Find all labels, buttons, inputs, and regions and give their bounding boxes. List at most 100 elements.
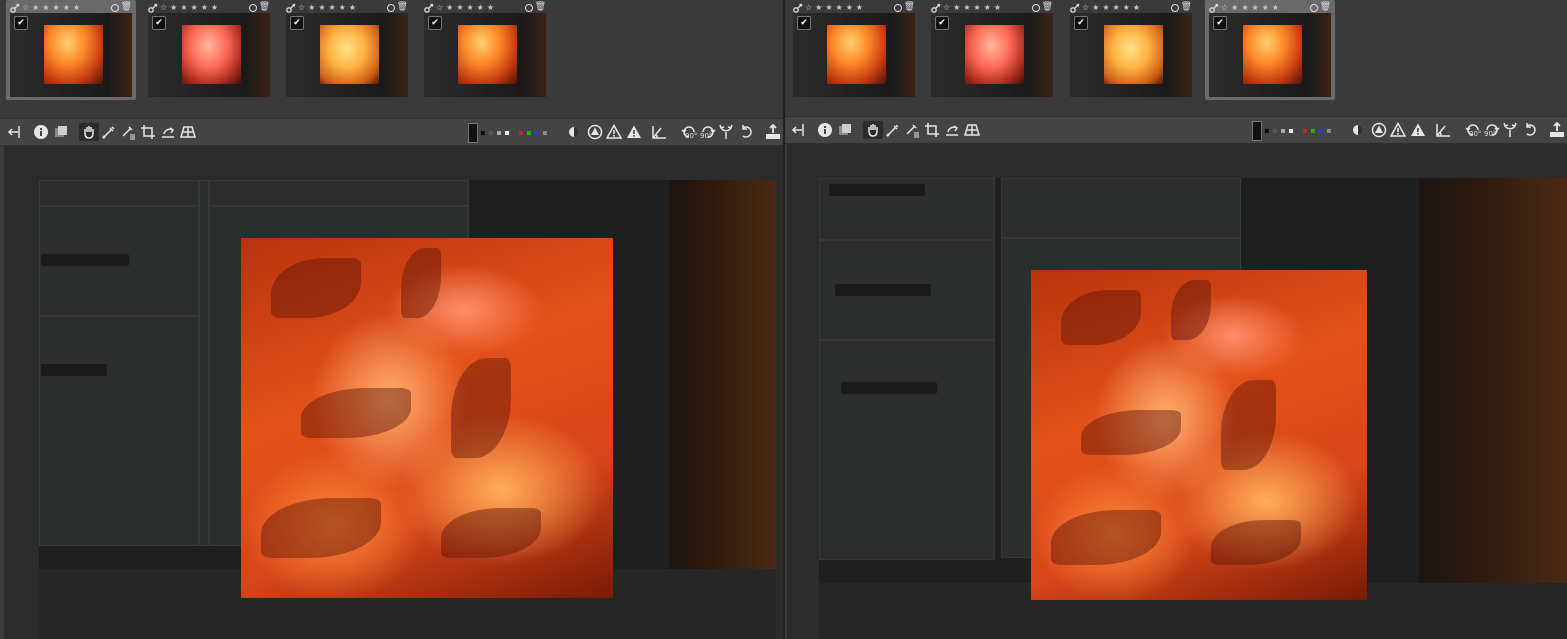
reject-circle-icon[interactable] (1309, 3, 1318, 12)
selected-check-icon[interactable]: ✔ (1213, 16, 1227, 30)
rotate-cw-icon[interactable]: 90° (697, 123, 719, 141)
selected-check-icon[interactable]: ✔ (1074, 16, 1088, 30)
selected-check-icon[interactable]: ✔ (428, 16, 442, 30)
rating-star-icon[interactable]: ☆ (160, 3, 167, 12)
rating-star-icon[interactable]: ★ (815, 3, 822, 12)
rating-star-icon[interactable]: ☆ (436, 3, 443, 12)
rating-star-icon[interactable]: ★ (836, 3, 843, 12)
filmstrip-thumbnail[interactable]: ☆ ★ ★ ★ ★ ★ 🗑 ✔ (1205, 0, 1335, 100)
flip-icon[interactable] (1501, 121, 1519, 139)
rating-star-icon[interactable]: ★ (170, 3, 177, 12)
rotate-cw-icon[interactable]: 90° (1481, 121, 1503, 139)
thumbnail-image[interactable] (286, 13, 408, 97)
perspective-icon[interactable] (179, 123, 197, 141)
preview-channel-dot[interactable] (1281, 129, 1285, 133)
clip-highlights-icon[interactable] (1409, 121, 1427, 139)
hand-pan-icon[interactable] (79, 123, 99, 141)
preview-channel-dot[interactable] (1311, 129, 1315, 133)
white-balance-picker-icon[interactable] (119, 123, 137, 141)
rating-star-icon[interactable]: ★ (487, 3, 494, 12)
preview-mode-toggle[interactable] (468, 123, 478, 143)
white-balance-picker-icon[interactable] (903, 121, 921, 139)
rating-star-icon[interactable]: ★ (63, 3, 70, 12)
preview-channel-dot[interactable] (1289, 129, 1293, 133)
rating-star-icon[interactable]: ☆ (1082, 3, 1089, 12)
rating-star-icon[interactable]: ★ (1241, 3, 1248, 12)
trash-icon[interactable]: 🗑 (904, 3, 915, 12)
trash-icon[interactable]: 🗑 (1181, 3, 1192, 12)
rating-stars[interactable]: ☆ ★ ★ ★ ★ ★ (1221, 3, 1279, 12)
thumbnail-image[interactable] (1209, 13, 1331, 97)
warning-icon[interactable] (605, 123, 623, 141)
rating-stars[interactable]: ☆ ★ ★ ★ ★ ★ (436, 3, 494, 12)
rating-star-icon[interactable]: ☆ (1221, 3, 1228, 12)
preview-channel-dot[interactable] (535, 131, 539, 135)
reject-circle-icon[interactable] (1170, 3, 1179, 12)
rating-star-icon[interactable]: ★ (32, 3, 39, 12)
rating-star-icon[interactable]: ★ (318, 3, 325, 12)
filmstrip-thumbnail[interactable]: ☆ ★ ★ ★ ★ ★ 🗑 ✔ (6, 0, 136, 100)
rating-star-icon[interactable]: ★ (339, 3, 346, 12)
rating-star-icon[interactable]: ★ (856, 3, 863, 12)
image-viewer-right[interactable] (787, 144, 1567, 639)
preview-channel-selector[interactable] (1265, 129, 1331, 133)
rating-star-icon[interactable]: ★ (211, 3, 218, 12)
filmstrip-thumbnail[interactable]: ☆ ★ ★ ★ ★ ★ 🗑 ✔ (927, 0, 1057, 100)
reject-circle-icon[interactable] (110, 3, 119, 12)
before-after-icon[interactable] (1350, 121, 1366, 139)
selected-check-icon[interactable]: ✔ (797, 16, 811, 30)
reject-circle-icon[interactable] (1031, 3, 1040, 12)
rating-star-icon[interactable]: ★ (446, 3, 453, 12)
rating-star-icon[interactable]: ★ (825, 3, 832, 12)
preview-channel-dot[interactable] (1303, 129, 1307, 133)
reset-rotation-icon[interactable] (1522, 121, 1538, 139)
selected-check-icon[interactable]: ✔ (14, 16, 28, 30)
reject-circle-icon[interactable] (524, 3, 533, 12)
warning-icon[interactable] (1389, 121, 1407, 139)
crop-icon[interactable] (139, 123, 157, 141)
compare-icon[interactable] (836, 121, 854, 139)
preview-channel-dot[interactable] (1265, 129, 1269, 133)
rating-stars[interactable]: ☆ ★ ★ ★ ★ ★ (160, 3, 218, 12)
color-picker-icon[interactable] (884, 121, 902, 139)
rating-star-icon[interactable]: ★ (467, 3, 474, 12)
trash-icon[interactable]: 🗑 (1042, 3, 1053, 12)
reset-rotation-icon[interactable] (738, 123, 754, 141)
rating-stars[interactable]: ☆ ★ ★ ★ ★ ★ (943, 3, 1001, 12)
color-picker-icon[interactable] (100, 123, 118, 141)
rating-stars[interactable]: ☆ ★ ★ ★ ★ ★ (1082, 3, 1140, 12)
toggle-panel-icon[interactable] (6, 123, 24, 141)
preview-channel-dot[interactable] (1319, 129, 1323, 133)
clip-shadows-icon[interactable] (1370, 121, 1388, 139)
hand-pan-icon[interactable] (863, 121, 883, 139)
rating-star-icon[interactable]: ☆ (943, 3, 950, 12)
preview-channel-dot[interactable] (519, 131, 523, 135)
info-icon[interactable] (32, 123, 50, 141)
filmstrip-right[interactable]: ☆ ★ ★ ★ ★ ★ 🗑 ✔ ☆ ★ ★ ★ ★ ★ 🗑 ✔ ☆ ★ ★ ★ ★ ★ 🗑 ✔ ☆ ★ ★ ★ ★ ★ 🗑 ✔ (785, 0, 1567, 112)
clip-highlights-icon[interactable] (625, 123, 643, 141)
trash-icon[interactable]: 🗑 (535, 3, 546, 12)
filmstrip-left[interactable]: ☆ ★ ★ ★ ★ ★ 🗑 ✔ ☆ ★ ★ ★ ★ ★ 🗑 ✔ ☆ ★ ★ ★ ★ ★ 🗑 ✔ ☆ ★ ★ ★ ★ ★ 🗑 ✔ (0, 0, 783, 112)
rating-star-icon[interactable]: ★ (974, 3, 981, 12)
trash-icon[interactable]: 🗑 (397, 3, 408, 12)
straighten-icon[interactable] (159, 123, 177, 141)
rating-stars[interactable]: ☆ ★ ★ ★ ★ ★ (22, 3, 80, 12)
filmstrip-thumbnail[interactable]: ☆ ★ ★ ★ ★ ★ 🗑 ✔ (420, 0, 550, 100)
preview-channel-dot[interactable] (1327, 129, 1331, 133)
rating-star-icon[interactable]: ★ (1252, 3, 1259, 12)
rating-star-icon[interactable]: ★ (1133, 3, 1140, 12)
filmstrip-thumbnail[interactable]: ☆ ★ ★ ★ ★ ★ 🗑 ✔ (282, 0, 412, 100)
straighten-icon[interactable] (943, 121, 961, 139)
rating-star-icon[interactable]: ☆ (22, 3, 29, 12)
thumbnail-image[interactable] (10, 13, 132, 97)
rating-star-icon[interactable]: ★ (180, 3, 187, 12)
preview-channel-dot[interactable] (481, 131, 485, 135)
rating-star-icon[interactable]: ★ (349, 3, 356, 12)
rating-star-icon[interactable]: ★ (994, 3, 1001, 12)
histogram-icon[interactable] (1434, 121, 1452, 139)
filmstrip-thumbnail[interactable]: ☆ ★ ★ ★ ★ ★ 🗑 ✔ (1066, 0, 1196, 100)
rating-star-icon[interactable]: ★ (53, 3, 60, 12)
rating-star-icon[interactable]: ★ (201, 3, 208, 12)
rating-stars[interactable]: ☆ ★ ★ ★ ★ ★ (805, 3, 863, 12)
selected-check-icon[interactable]: ✔ (290, 16, 304, 30)
